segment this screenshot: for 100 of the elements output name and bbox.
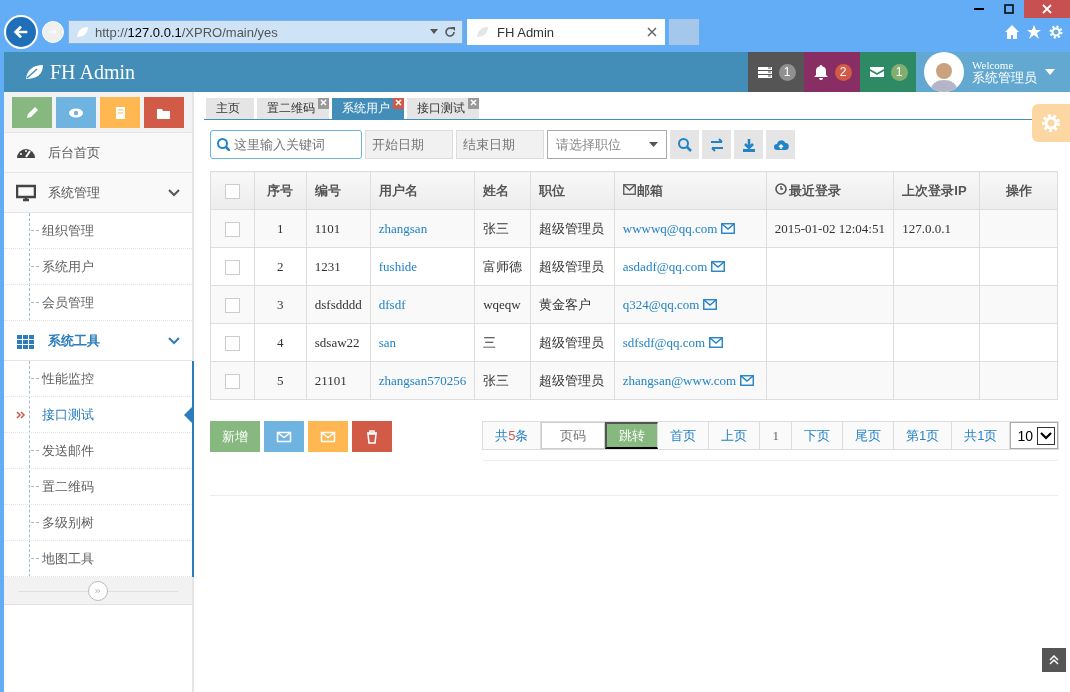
download-button[interactable] — [734, 130, 763, 159]
back-button[interactable] — [4, 15, 38, 49]
download-icon — [740, 136, 757, 153]
table-cell: 三 — [474, 323, 531, 362]
browser-tab[interactable]: FH Admin — [467, 19, 665, 45]
last-page-link[interactable]: 尾页 — [842, 422, 894, 449]
date-field[interactable]: 开始日期 — [365, 130, 453, 159]
swap-button[interactable] — [702, 130, 731, 159]
maximize-icon — [1004, 4, 1014, 14]
forward-button[interactable] — [42, 21, 64, 43]
row-checkbox[interactable] — [224, 373, 240, 389]
username-link[interactable]: san — [378, 334, 397, 350]
chevron-down-icon — [168, 336, 180, 345]
count-badge: 1 — [778, 63, 796, 81]
date-field[interactable]: 结束日期 — [456, 130, 544, 159]
table-cell: 5 — [254, 361, 307, 400]
current-page: 1 — [760, 422, 792, 449]
scroll-top-button[interactable] — [1042, 648, 1066, 672]
table-cell: 超级管理员 — [530, 361, 615, 400]
submenu-item[interactable]: 组织管理 — [4, 213, 192, 249]
search-button[interactable] — [670, 130, 699, 159]
first-page-link[interactable]: 首页 — [658, 422, 710, 449]
table-cell: 1 — [254, 209, 307, 248]
caret-icon — [649, 142, 658, 147]
search-icon — [216, 137, 230, 151]
refresh-icon — [444, 26, 456, 38]
envelope-icon — [622, 183, 636, 195]
close-icon — [647, 27, 657, 37]
row-checkbox[interactable] — [224, 259, 240, 275]
close-icon — [320, 99, 327, 106]
table-cell: 超级管理员 — [530, 209, 615, 248]
menu-item[interactable]: 系统工具 — [4, 321, 192, 361]
home-icon[interactable] — [1004, 24, 1020, 40]
table-cell: 1231 — [306, 247, 371, 286]
welcome-label: Welcome — [972, 58, 1015, 71]
notification-button[interactable]: 2 — [804, 52, 860, 92]
close-button[interactable] — [1024, 0, 1070, 18]
address-bar[interactable]: http://127.0.0.1/XPRO/main/yes — [68, 20, 463, 44]
double-chevron-icon — [16, 410, 26, 419]
submenu-item[interactable]: 性能监控 — [4, 361, 192, 397]
settings-icon[interactable] — [1048, 24, 1064, 40]
row-checkbox[interactable] — [224, 335, 240, 351]
column-header: 序号 — [254, 171, 307, 210]
star-icon[interactable] — [1026, 24, 1042, 40]
menu-item[interactable]: 后台首页 — [4, 133, 192, 173]
email-button[interactable] — [264, 421, 304, 452]
user-name: 系统管理员 — [972, 70, 1037, 86]
settings-button[interactable] — [1032, 104, 1070, 142]
page-tab[interactable]: 系统用户 — [332, 98, 404, 119]
person-silhouette-icon — [929, 60, 959, 92]
username-link[interactable]: zhangsan — [378, 220, 428, 236]
edit-button[interactable] — [12, 97, 52, 128]
table-cell: 超级管理员 — [530, 323, 615, 362]
submenu-item[interactable]: 置二维码 — [4, 469, 192, 505]
username-link[interactable]: dfsdf — [378, 296, 406, 312]
add-button[interactable]: 新增 — [210, 421, 260, 452]
page-tab[interactable]: 置二维码 — [257, 98, 329, 119]
table-cell: 富师德 — [474, 247, 531, 286]
page-size-select[interactable]: 10 — [1010, 422, 1058, 449]
envelope-icon — [711, 261, 726, 272]
username-link[interactable]: fushide — [378, 258, 418, 274]
table-cell: wqeqw — [474, 285, 531, 324]
next-page-link[interactable]: 下页 — [791, 422, 843, 449]
search-field[interactable]: 这里输入关键词 — [210, 130, 362, 159]
prev-page-link[interactable]: 上页 — [709, 422, 761, 449]
table-cell: 3 — [254, 285, 307, 324]
list-icon — [756, 64, 773, 80]
page-tab[interactable]: 接口测试 — [407, 98, 479, 119]
settings-icon — [1040, 112, 1062, 134]
view-button[interactable] — [56, 97, 96, 128]
notification-button[interactable]: 1 — [860, 52, 916, 92]
row-checkbox[interactable] — [224, 221, 240, 237]
menu-item[interactable]: 系统管理 — [4, 173, 192, 213]
page-total: 共1页 — [952, 422, 1011, 449]
submenu-item[interactable]: 发送邮件 — [4, 433, 192, 469]
upload-button[interactable] — [766, 130, 795, 159]
user-menu[interactable]: Welcome 系统管理员 — [916, 52, 1070, 92]
envelope-icon — [721, 223, 736, 234]
submenu-item[interactable]: 多级别树 — [4, 505, 192, 541]
delete-button[interactable] — [352, 421, 392, 452]
folder-button[interactable] — [144, 97, 184, 128]
monitor-icon — [16, 183, 36, 202]
select-field[interactable]: 请选择职位 — [547, 130, 667, 159]
page-tab[interactable]: 主页 — [206, 98, 254, 119]
notification-button[interactable]: 1 — [748, 52, 804, 92]
submenu-item[interactable]: 地图工具 — [4, 541, 192, 577]
arrows-icon — [708, 136, 725, 153]
submenu-item[interactable]: 系统用户 — [4, 249, 192, 285]
book-button[interactable] — [100, 97, 140, 128]
count-badge: 2 — [834, 63, 852, 81]
table-cell: 黄金客户 — [530, 285, 615, 324]
select-all-checkbox[interactable] — [224, 183, 240, 199]
email-button[interactable] — [308, 421, 348, 452]
record-count: 共5条 — [483, 422, 542, 449]
submenu-item[interactable]: 接口测试 — [4, 397, 192, 433]
row-checkbox[interactable] — [224, 297, 240, 313]
collapse-button[interactable] — [88, 580, 108, 601]
leaf-icon — [24, 63, 44, 81]
jump-button[interactable]: 跳转 — [605, 422, 659, 449]
page-field[interactable]: 页码 — [541, 422, 606, 449]
